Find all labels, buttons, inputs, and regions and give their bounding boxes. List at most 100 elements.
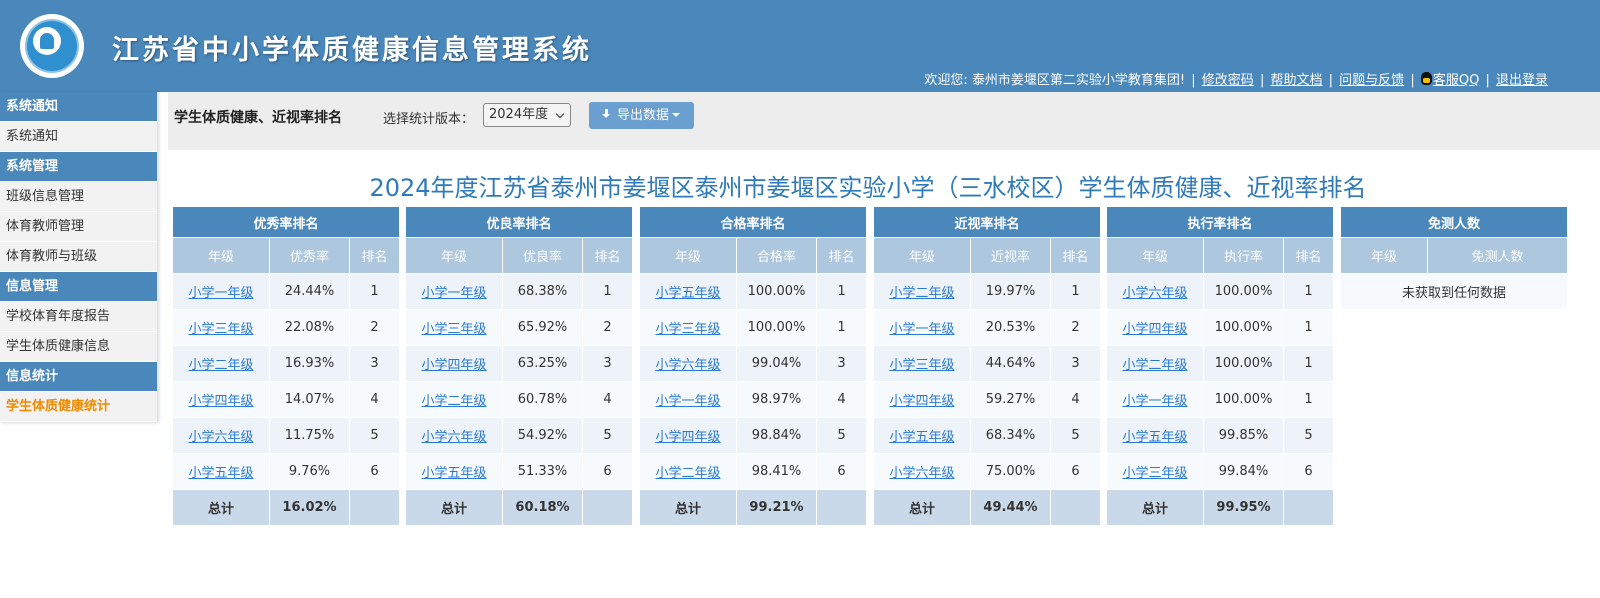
version-label: 选择统计版本： xyxy=(383,112,475,127)
sidebar-category-notice[interactable]: 系统通知 xyxy=(0,92,157,122)
total-label: 总计 xyxy=(873,489,971,526)
total-label: 总计 xyxy=(639,489,737,526)
empty-message: 未获取到任何数据 xyxy=(1339,273,1569,310)
rank-cell: 6 xyxy=(581,453,634,490)
grade-link[interactable]: 小学二年级 xyxy=(188,358,253,373)
sidebar-item-student-health-info[interactable]: 学生体质健康信息 xyxy=(0,332,157,362)
welcome-text: 欢迎您: 泰州市姜堰区第二实验小学教育集团! xyxy=(924,73,1186,88)
grade-link[interactable]: 小学二年级 xyxy=(1122,358,1187,373)
grade-cell: 小学六年级 xyxy=(873,453,971,490)
grade-cell: 小学二年级 xyxy=(1106,345,1204,382)
grade-link[interactable]: 小学三年级 xyxy=(188,322,253,337)
grade-link[interactable]: 小学三年级 xyxy=(889,358,954,373)
grade-link[interactable]: 小学五年级 xyxy=(655,286,720,301)
grade-link[interactable]: 小学三年级 xyxy=(1122,466,1187,481)
rank-cell: 1 xyxy=(1282,273,1335,310)
rank-cell: 4 xyxy=(815,381,868,418)
version-select-value: 2024年度 xyxy=(489,107,549,122)
grade-link[interactable]: 小学六年级 xyxy=(889,466,954,481)
sidebar-category-system-management[interactable]: 系统管理 xyxy=(0,152,157,182)
table-row: 小学六年级 54.92% 5 xyxy=(405,417,634,454)
sidebar-menu: 系统通知 系统通知 系统管理 班级信息管理 体育教师管理 体育教师与班级 信息管… xyxy=(0,92,158,422)
exempt-count-table: 免测人数 年级 免测人数 未获取到任何数据 xyxy=(1339,206,1569,310)
grade-link[interactable]: 小学三年级 xyxy=(421,322,486,337)
grade-link[interactable]: 小学四年级 xyxy=(889,394,954,409)
rank-cell: 1 xyxy=(348,273,401,310)
table-row: 小学五年级 51.33% 6 xyxy=(405,453,634,490)
grade-link[interactable]: 小学五年级 xyxy=(1122,430,1187,445)
version-select[interactable]: 2024年度 xyxy=(483,103,571,127)
sidebar-item-annual-report[interactable]: 学校体育年度报告 xyxy=(0,302,157,332)
rank-cell: 1 xyxy=(1282,309,1335,346)
grade-link[interactable]: 小学一年级 xyxy=(421,286,486,301)
sidebar-item-class-info[interactable]: 班级信息管理 xyxy=(0,182,157,212)
total-label: 总计 xyxy=(1106,489,1204,526)
logout-link[interactable]: 退出登录 xyxy=(1496,73,1548,88)
sidebar-category-statistics[interactable]: 信息统计 xyxy=(0,362,157,392)
qq-service-link[interactable]: 客服QQ xyxy=(1433,73,1479,88)
table-row: 小学一年级 100.00% 1 xyxy=(1106,381,1335,418)
help-docs-link[interactable]: 帮助文档 xyxy=(1270,73,1322,88)
rank-cell: 2 xyxy=(1049,309,1102,346)
table-row: 小学三年级 100.00% 1 xyxy=(639,309,868,346)
grade-link[interactable]: 小学一年级 xyxy=(188,286,253,301)
execution-rate-table: 执行率排名 年级 执行率 排名 小学六年级 100.00% 1 小学四年级 100.00% 1 小学… xyxy=(1105,206,1335,526)
total-row: 总计 99.21% xyxy=(639,489,868,526)
rank-cell: 5 xyxy=(1049,417,1102,454)
total-label: 总计 xyxy=(405,489,503,526)
sidebar-item-teacher-class[interactable]: 体育教师与班级 xyxy=(0,242,157,272)
total-value: 99.21% xyxy=(736,489,817,526)
rate-cell: 100.00% xyxy=(736,273,817,310)
total-value: 99.95% xyxy=(1203,489,1284,526)
grade-link[interactable]: 小学四年级 xyxy=(655,430,720,445)
grade-link[interactable]: 小学一年级 xyxy=(889,322,954,337)
grade-link[interactable]: 小学六年级 xyxy=(655,358,720,373)
sidebar-item-pe-teacher[interactable]: 体育教师管理 xyxy=(0,212,157,242)
table-row: 小学三年级 44.64% 3 xyxy=(873,345,1102,382)
grade-cell: 小学五年级 xyxy=(873,417,971,454)
rate-cell: 60.78% xyxy=(502,381,583,418)
grade-link[interactable]: 小学三年级 xyxy=(655,322,720,337)
sidebar-item-system-notice[interactable]: 系统通知 xyxy=(0,122,157,152)
app-header: 江苏省中小学体质健康信息管理系统 欢迎您: 泰州市姜堰区第二实验小学教育集团! … xyxy=(0,0,1600,92)
grade-cell: 小学四年级 xyxy=(873,381,971,418)
sidebar-category-info-management[interactable]: 信息管理 xyxy=(0,272,157,302)
grade-cell: 小学三年级 xyxy=(405,309,503,346)
grade-link[interactable]: 小学四年级 xyxy=(188,394,253,409)
grade-link[interactable]: 小学二年级 xyxy=(655,466,720,481)
myopia-rate-table: 近视率排名 年级 近视率 排名 小学二年级 19.97% 1 小学一年级 20.53% 2 小学三年… xyxy=(872,206,1102,526)
table-row: 小学五年级 68.34% 5 xyxy=(873,417,1102,454)
rate-cell: 59.27% xyxy=(970,381,1051,418)
column-header: 排名 xyxy=(1282,237,1335,274)
grade-link[interactable]: 小学二年级 xyxy=(421,394,486,409)
table-row: 小学四年级 59.27% 4 xyxy=(873,381,1102,418)
rank-cell: 2 xyxy=(581,309,634,346)
grade-link[interactable]: 小学五年级 xyxy=(421,466,486,481)
rank-cell: 1 xyxy=(581,273,634,310)
grade-link[interactable]: 小学六年级 xyxy=(188,430,253,445)
rate-cell: 99.04% xyxy=(736,345,817,382)
change-password-link[interactable]: 修改密码 xyxy=(1202,73,1254,88)
total-row: 总计 99.95% xyxy=(1106,489,1335,526)
export-data-button[interactable]: 导出数据 xyxy=(589,102,694,129)
total-rank xyxy=(1282,489,1335,526)
column-header: 优秀率 xyxy=(269,237,350,274)
grade-link[interactable]: 小学一年级 xyxy=(1122,394,1187,409)
rank-cell: 5 xyxy=(815,417,868,454)
grade-link[interactable]: 小学四年级 xyxy=(1122,322,1187,337)
rank-cell: 1 xyxy=(815,273,868,310)
grade-link[interactable]: 小学六年级 xyxy=(1122,286,1187,301)
column-header: 年级 xyxy=(1106,237,1204,274)
grade-link[interactable]: 小学二年级 xyxy=(889,286,954,301)
feedback-link[interactable]: 问题与反馈 xyxy=(1339,73,1404,88)
table-row: 小学三年级 99.84% 6 xyxy=(1106,453,1335,490)
grade-link[interactable]: 小学六年级 xyxy=(421,430,486,445)
grade-link[interactable]: 小学五年级 xyxy=(188,466,253,481)
grade-link[interactable]: 小学四年级 xyxy=(421,358,486,373)
grade-link[interactable]: 小学五年级 xyxy=(889,430,954,445)
report-title: 2024年度江苏省泰州市姜堰区泰州市姜堰区实验小学（三水校区）学生体质健康、近视… xyxy=(369,174,1367,202)
table-caption: 优良率排名 xyxy=(404,206,634,238)
grade-link[interactable]: 小学一年级 xyxy=(655,394,720,409)
table-row: 小学四年级 100.00% 1 xyxy=(1106,309,1335,346)
sidebar-item-health-statistics[interactable]: 学生体质健康统计 xyxy=(0,392,157,422)
